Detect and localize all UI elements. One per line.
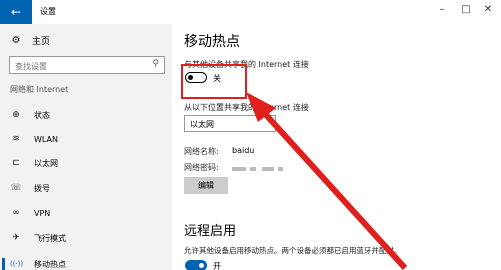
sidebar-item-label: WLAN: [34, 134, 59, 144]
network-name-value: baidu: [232, 146, 255, 155]
sidebar-item-label: VPN: [34, 208, 51, 218]
home-label: 主页: [32, 37, 51, 47]
hotspot-icon: ((·)): [10, 260, 24, 268]
section-title: 网络和 Internet: [10, 85, 69, 94]
edit-button[interactable]: 编辑: [184, 177, 228, 194]
globe-icon: ⊕: [12, 110, 20, 120]
network-name-label: 网络名称:: [184, 147, 219, 156]
dialup-icon: ☏: [10, 183, 22, 193]
search-input[interactable]: 查找设置 ⚲: [9, 56, 165, 74]
search-placeholder: 查找设置: [15, 62, 47, 71]
source-label: 从以下位置共享我的 Internet 连接: [184, 103, 309, 112]
toggle-knob: [199, 263, 204, 268]
sidebar-item-dialup[interactable]: ☏ 拨号: [10, 181, 50, 195]
remote-title: 远程启用: [184, 224, 237, 239]
minimize-button[interactable]: –: [432, 4, 452, 15]
annotation-highlight-box: [181, 64, 247, 99]
remote-toggle-state: 开: [213, 262, 221, 270]
title-bar: ← 设置 – □ ✕: [0, 0, 501, 24]
sidebar-item-wlan[interactable]: ≋ WLAN: [10, 132, 58, 146]
sidebar: ⚙ 主页 查找设置 ⚲ 网络和 Internet ⊕ 状态 ≋ WLAN ⊏ 以…: [0, 24, 172, 270]
airplane-icon: ✈: [12, 233, 20, 243]
vpn-icon: ∞: [12, 208, 20, 218]
sidebar-item-label: 拨号: [34, 183, 50, 193]
network-password-value: [232, 167, 292, 173]
sidebar-item-label: 状态: [34, 110, 50, 120]
source-dropdown[interactable]: 以太网: [184, 115, 276, 132]
sidebar-item-ethernet[interactable]: ⊏ 以太网: [10, 156, 58, 170]
window-title: 设置: [40, 7, 56, 16]
sidebar-item-hotspot[interactable]: ((·)) 移动热点: [2, 257, 66, 270]
active-indicator: [2, 258, 5, 270]
sidebar-home[interactable]: ⚙ 主页: [10, 34, 51, 47]
sidebar-item-airplane[interactable]: ✈ 飞行模式: [10, 231, 66, 245]
sidebar-item-label: 移动热点: [34, 259, 66, 269]
search-icon: ⚲: [152, 59, 159, 69]
sidebar-item-status[interactable]: ⊕ 状态: [10, 108, 50, 122]
remote-description: 允许其他设备启用移动热点。两个设备必须都已启用蓝牙并配对。: [184, 246, 402, 255]
source-value: 以太网: [190, 120, 214, 129]
maximize-button[interactable]: □: [456, 4, 476, 15]
sidebar-item-label: 以太网: [34, 158, 58, 168]
back-button[interactable]: ←: [0, 0, 32, 24]
sidebar-item-label: 飞行模式: [34, 233, 66, 243]
network-password-label: 网络密码:: [184, 163, 219, 172]
wifi-icon: ≋: [12, 134, 20, 144]
page-title: 移动热点: [184, 34, 240, 50]
main-panel: 移动热点 与其他设备共享我的 Internet 连接 关 从以下位置共享我的 I…: [172, 24, 501, 270]
remote-toggle[interactable]: [185, 260, 207, 270]
sidebar-item-vpn[interactable]: ∞ VPN: [10, 206, 50, 220]
gear-icon: ⚙: [11, 35, 21, 46]
back-arrow-icon: ←: [10, 5, 22, 19]
ethernet-icon: ⊏: [12, 158, 20, 168]
close-button[interactable]: ✕: [478, 4, 498, 15]
